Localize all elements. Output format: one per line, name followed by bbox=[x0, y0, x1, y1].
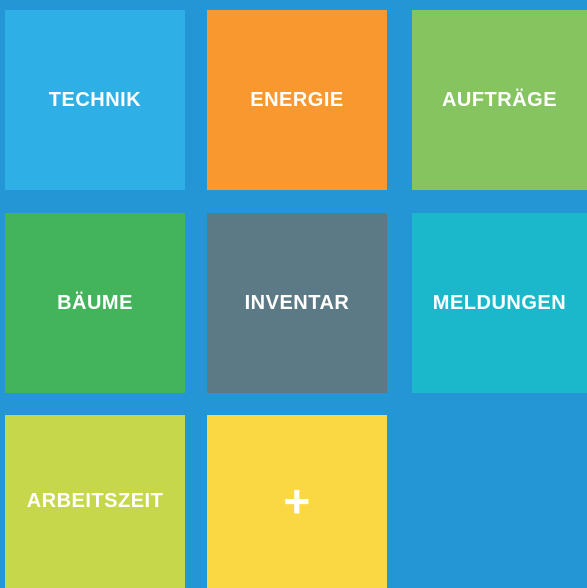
tile-technik[interactable]: TECHNIK bbox=[5, 10, 185, 190]
tile-label: INVENTAR bbox=[244, 291, 350, 314]
plus-icon: + bbox=[283, 474, 311, 527]
tile-inventar[interactable]: INVENTAR bbox=[207, 213, 387, 393]
tile-dashboard: TECHNIK ENERGIE AUFTRÄGE BÄUME INVENTAR … bbox=[0, 0, 587, 588]
tile-label: ENERGIE bbox=[250, 88, 344, 111]
tile-energie[interactable]: ENERGIE bbox=[207, 10, 387, 190]
tile-label: MELDUNGEN bbox=[432, 291, 567, 314]
add-tile-button[interactable]: + bbox=[207, 415, 387, 588]
tile-arbeitszeit[interactable]: ARBEITSZEIT bbox=[5, 415, 185, 588]
tile-auftraege[interactable]: AUFTRÄGE bbox=[412, 10, 587, 190]
tile-meldungen[interactable]: MELDUNGEN bbox=[412, 213, 587, 393]
tile-label: TECHNIK bbox=[48, 88, 142, 111]
tile-baeume[interactable]: BÄUME bbox=[5, 213, 185, 393]
tile-label: BÄUME bbox=[57, 291, 133, 314]
tile-label: AUFTRÄGE bbox=[441, 88, 558, 111]
tile-label: ARBEITSZEIT bbox=[26, 490, 164, 512]
